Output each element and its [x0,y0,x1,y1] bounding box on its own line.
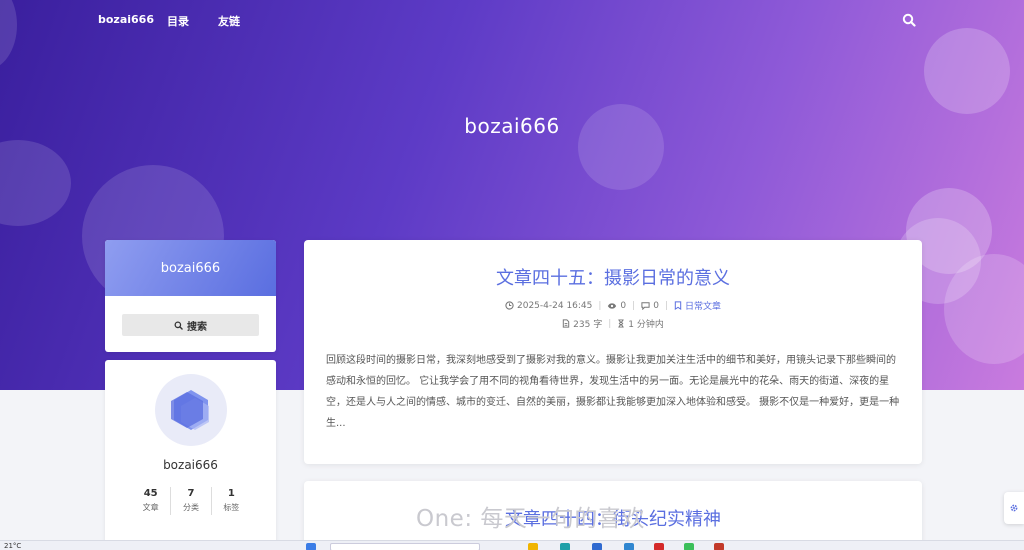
post-read-time-text: 1 分钟内 [628,320,664,330]
os-taskbar: 21°C [0,540,1024,550]
stat-number: 7 [187,488,195,499]
stat-label: 分类 [182,503,199,512]
post-date-text: 2025-4-24 16:45 [517,300,593,311]
search-card-title: bozai666 [105,240,276,296]
post-category-link[interactable]: 日常文章 [685,299,721,312]
post-excerpt: 回顾这段时间的摄影日常，我深刻地感受到了摄影对我的意义。摄影让我更加关注生活中的… [326,355,900,429]
comment-icon [641,302,650,310]
nav-brand-link[interactable]: bozai666 [98,13,154,26]
stat-categories[interactable]: 7 分类 [170,487,210,515]
meta-separator: | [598,300,602,311]
gear-icon [1010,504,1018,512]
taskbar-app-icon[interactable] [528,543,538,550]
post-word-count-text: 235 字 [573,320,603,330]
windows-start-icon[interactable] [306,543,316,550]
nav-toc-link[interactable]: 目录 [167,13,189,29]
taskbar-app-icon[interactable] [560,543,570,550]
stat-tags[interactable]: 1 标签 [210,487,251,515]
meta-separator: | [608,318,612,329]
taskbar-app-icon[interactable] [592,543,602,550]
post-date: 2025-4-24 16:45 [505,301,592,311]
search-icon[interactable] [902,12,916,27]
settings-toggle[interactable] [1004,492,1024,524]
meta-separator: | [664,300,668,311]
post-views: 0 [607,301,626,311]
post-category[interactable]: 日常文章 [674,299,721,312]
eye-icon [608,302,617,309]
avatar[interactable] [155,374,227,446]
taskbar-app-icon[interactable] [714,543,724,550]
post-read-time: 1 分钟内 [617,317,664,330]
nav-friends-link[interactable]: 友链 [218,13,240,29]
search-button-label: 搜索 [187,321,207,333]
post-meta-secondary: 235 字 | 1 分钟内 [304,317,922,330]
sidebar-search-button[interactable]: 搜索 [122,314,259,336]
clock-icon [505,301,514,310]
search-icon [174,321,183,330]
profile-card: bozai666 45 文章 7 分类 1 标签 [105,360,276,550]
stat-label: 标签 [223,503,240,512]
search-card: bozai666 搜索 [105,240,276,352]
taskbar-search-icon[interactable] [330,543,480,550]
post-word-count: 235 字 [562,317,602,330]
post-card: 文章四十五：摄影日常的意义 2025-4-24 16:45 | 0 | 0 | … [304,240,922,464]
top-nav: bozai666 目录 友链 [0,0,1024,40]
hitokoto-quote: One: 每天一句的喜欢 [416,506,645,532]
decor-bubble [924,28,1010,114]
taskbar-app-icon[interactable] [624,543,634,550]
profile-stats: 45 文章 7 分类 1 标签 [131,487,251,515]
hourglass-icon [618,319,624,328]
stat-label: 文章 [142,503,159,512]
post-title-link[interactable]: 文章四十五：摄影日常的意义 [304,264,922,290]
weather-temperature[interactable]: 21°C [4,541,21,550]
file-icon [562,319,570,328]
stat-number: 1 [227,488,235,499]
meta-separator: | [632,300,636,311]
taskbar-app-icon[interactable] [654,543,664,550]
stat-articles[interactable]: 45 文章 [131,487,170,515]
post-views-count: 0 [620,300,627,311]
stat-number: 45 [143,488,158,499]
post-comments[interactable]: 0 [641,301,659,311]
post-meta: 2025-4-24 16:45 | 0 | 0 | 日常文章 [304,299,922,312]
decor-bubble [0,140,71,226]
bookmark-icon [674,301,682,310]
post-comments-count: 0 [653,300,659,311]
site-title: bozai666 [464,114,560,138]
profile-name: bozai666 [163,458,218,472]
taskbar-app-icon[interactable] [684,543,694,550]
